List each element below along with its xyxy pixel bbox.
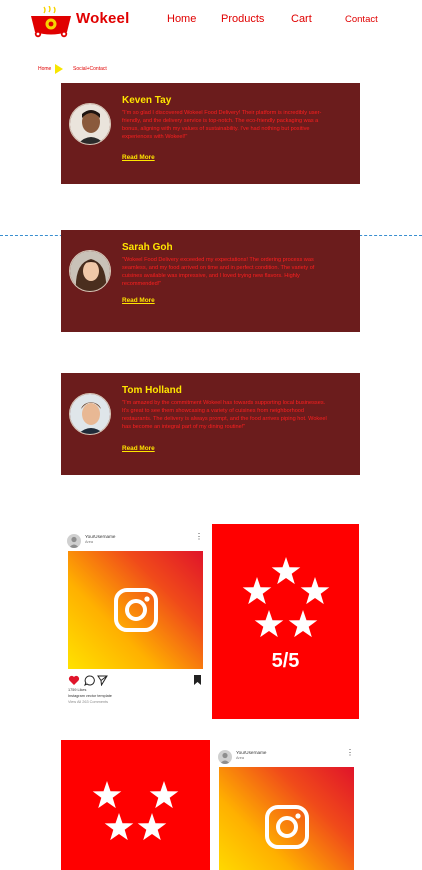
instagram-post-header: YourUsername Area ⋮ <box>67 532 203 548</box>
testimonial-text: "I'm so glad I discovered Wokeel Food De… <box>122 110 322 140</box>
star-icon <box>300 577 330 605</box>
star-rating-graphic <box>92 781 179 841</box>
instagram-post-header: YourUsername Area ⋮ <box>218 748 354 764</box>
star-icon <box>92 781 122 809</box>
instagram-icon <box>264 805 309 849</box>
instagram-location: Area <box>85 540 94 544</box>
nav-cart-link[interactable]: Cart <box>291 13 312 25</box>
star-icon <box>288 610 318 638</box>
star-icon <box>137 813 167 841</box>
logo[interactable]: Wokeel <box>30 0 129 40</box>
instagram-post[interactable]: YourUsername Area ⋮ 1759 Likes Instagram… <box>61 524 210 719</box>
heart-icon <box>68 675 80 685</box>
avatar <box>69 103 111 145</box>
testimonial-name: Tom Holland <box>122 385 182 396</box>
rating-tile: 5/5 <box>212 524 359 719</box>
site-header: Wokeel Home Products Cart Contact <box>0 0 422 44</box>
brand-name: Wokeel <box>76 10 130 27</box>
testimonial-card: Tom Holland "I'm amazed by the commitmen… <box>61 373 360 475</box>
instagram-photo <box>219 767 354 870</box>
avatar <box>69 393 111 435</box>
testimonial-text: "Wokeel Food Delivery exceeded my expect… <box>122 257 315 287</box>
breadcrumb-arrow-icon <box>55 64 63 74</box>
instagram-avatar <box>218 750 232 764</box>
nav-products-link[interactable]: Products <box>221 13 264 25</box>
star-rating-graphic <box>242 557 330 638</box>
instagram-username: YourUsername <box>85 534 116 539</box>
more-options-icon[interactable]: ⋮ <box>195 533 203 541</box>
instagram-comments-link[interactable]: View All 263 Comments <box>68 700 108 704</box>
read-more-link[interactable]: Read More <box>122 154 155 161</box>
instagram-location: Area <box>236 756 245 760</box>
testimonial-name: Sarah Goh <box>122 242 173 253</box>
read-more-link[interactable]: Read More <box>122 297 155 304</box>
rating-tile <box>61 740 210 870</box>
instagram-icon <box>113 588 158 632</box>
instagram-actions <box>68 675 201 686</box>
nav-contact-link[interactable]: Contact <box>345 14 378 25</box>
more-options-icon[interactable]: ⋮ <box>346 749 354 757</box>
testimonial-card: Sarah Goh "Wokeel Food Delivery exceeded… <box>61 230 360 332</box>
instagram-likes: 1759 Likes <box>68 688 87 692</box>
instagram-avatar <box>67 534 81 548</box>
avatar <box>69 250 111 292</box>
star-icon <box>242 577 272 605</box>
breadcrumb-current: Social+Contact <box>73 66 107 72</box>
rating-label: 5/5 <box>271 650 300 672</box>
testimonial-text: "I'm amazed by the commitment Wokeel has… <box>122 400 327 430</box>
nav-home-link[interactable]: Home <box>167 13 196 25</box>
wok-pot-logo-icon <box>31 6 71 38</box>
star-icon <box>104 813 134 841</box>
bookmark-icon <box>194 675 201 685</box>
testimonial-name: Keven Tay <box>122 95 172 106</box>
star-icon <box>254 610 284 638</box>
star-icon <box>149 781 179 809</box>
instagram-username: YourUsername <box>236 750 267 755</box>
star-icon <box>271 557 301 585</box>
instagram-post[interactable]: YourUsername Area ⋮ <box>212 740 359 870</box>
breadcrumb-home-link[interactable]: Home <box>38 66 51 72</box>
instagram-photo <box>68 551 203 669</box>
instagram-caption: Instagram vector template <box>68 694 112 698</box>
share-icon <box>97 675 108 686</box>
comment-icon <box>84 675 95 686</box>
read-more-link[interactable]: Read More <box>122 445 155 452</box>
testimonial-card: Keven Tay "I'm so glad I discovered Woke… <box>61 83 360 184</box>
